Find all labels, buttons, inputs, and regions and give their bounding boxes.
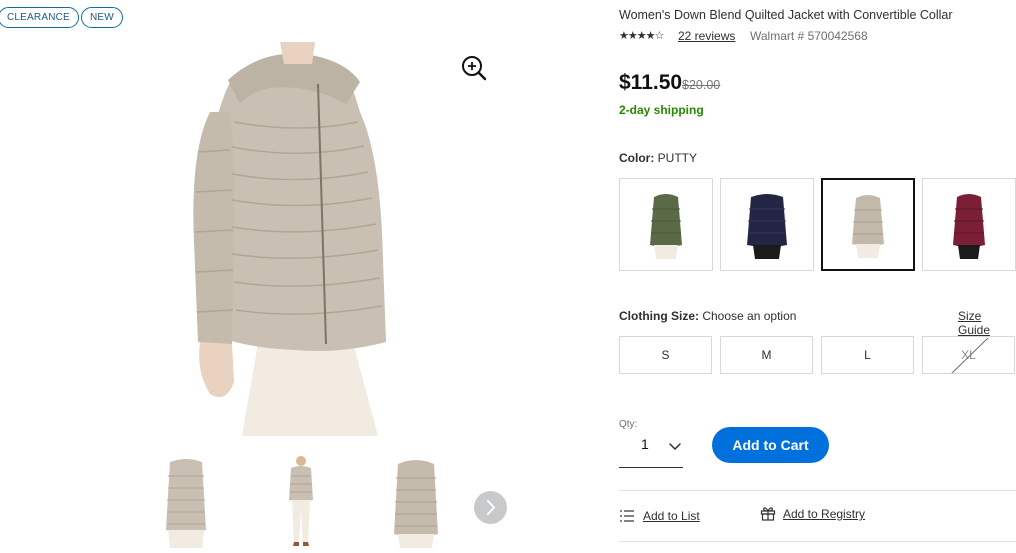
product-thumbnail-full[interactable] (271, 454, 331, 548)
size-guide-link[interactable]: Size Guide (958, 309, 1016, 337)
size-label: Clothing Size: Choose an option (619, 309, 796, 323)
next-thumbnails-button[interactable] (474, 491, 507, 524)
shipping-label: 2-day shipping (619, 103, 704, 117)
size-option-m[interactable]: M (720, 336, 813, 374)
add-to-registry-label: Add to Registry (783, 507, 866, 521)
product-main-image[interactable] (150, 42, 422, 436)
size-label-text: Clothing Size: (619, 309, 699, 323)
size-option-l[interactable]: L (821, 336, 914, 374)
color-label-text: Color: (619, 151, 655, 165)
gift-icon (760, 507, 776, 521)
product-thumbnail-back[interactable] (386, 454, 446, 548)
product-title: Women's Down Blend Quilted Jacket with C… (619, 8, 953, 22)
chevron-right-icon (487, 500, 495, 515)
color-swatch-putty[interactable] (821, 178, 915, 271)
qty-label: Qty: (619, 419, 638, 430)
add-to-list-label: Add to List (643, 509, 700, 523)
rating-stars: ★★★★☆ (619, 30, 664, 42)
item-number: Walmart # 570042568 (750, 29, 868, 43)
reviews-link[interactable]: 22 reviews (678, 29, 735, 43)
size-option-xl-unavailable[interactable]: XL (922, 336, 1015, 374)
clearance-badge: CLEARANCE (0, 7, 79, 28)
chevron-down-icon (669, 443, 681, 450)
list-icon (620, 510, 634, 522)
strikethrough-slash (951, 337, 989, 373)
color-selected-value: PUTTY (657, 151, 698, 165)
color-swatch-olive[interactable] (619, 178, 713, 271)
zoom-icon[interactable] (460, 54, 488, 82)
color-swatch-burgundy[interactable] (922, 178, 1016, 271)
divider-bottom (619, 541, 1016, 542)
size-option-s[interactable]: S (619, 336, 712, 374)
was-price: $20.00 (682, 78, 721, 92)
size-prompt: Choose an option (702, 309, 797, 323)
qty-select[interactable]: 1 (619, 432, 683, 468)
current-price: $11.50 (619, 71, 683, 94)
qty-value: 1 (641, 436, 649, 452)
product-thumbnail-front[interactable] (156, 454, 216, 548)
divider-top (619, 490, 1016, 491)
color-label: Color: PUTTY (619, 151, 697, 165)
add-to-cart-button[interactable]: Add to Cart (712, 427, 829, 463)
new-badge: NEW (81, 7, 123, 28)
color-swatch-navy[interactable] (720, 178, 814, 271)
